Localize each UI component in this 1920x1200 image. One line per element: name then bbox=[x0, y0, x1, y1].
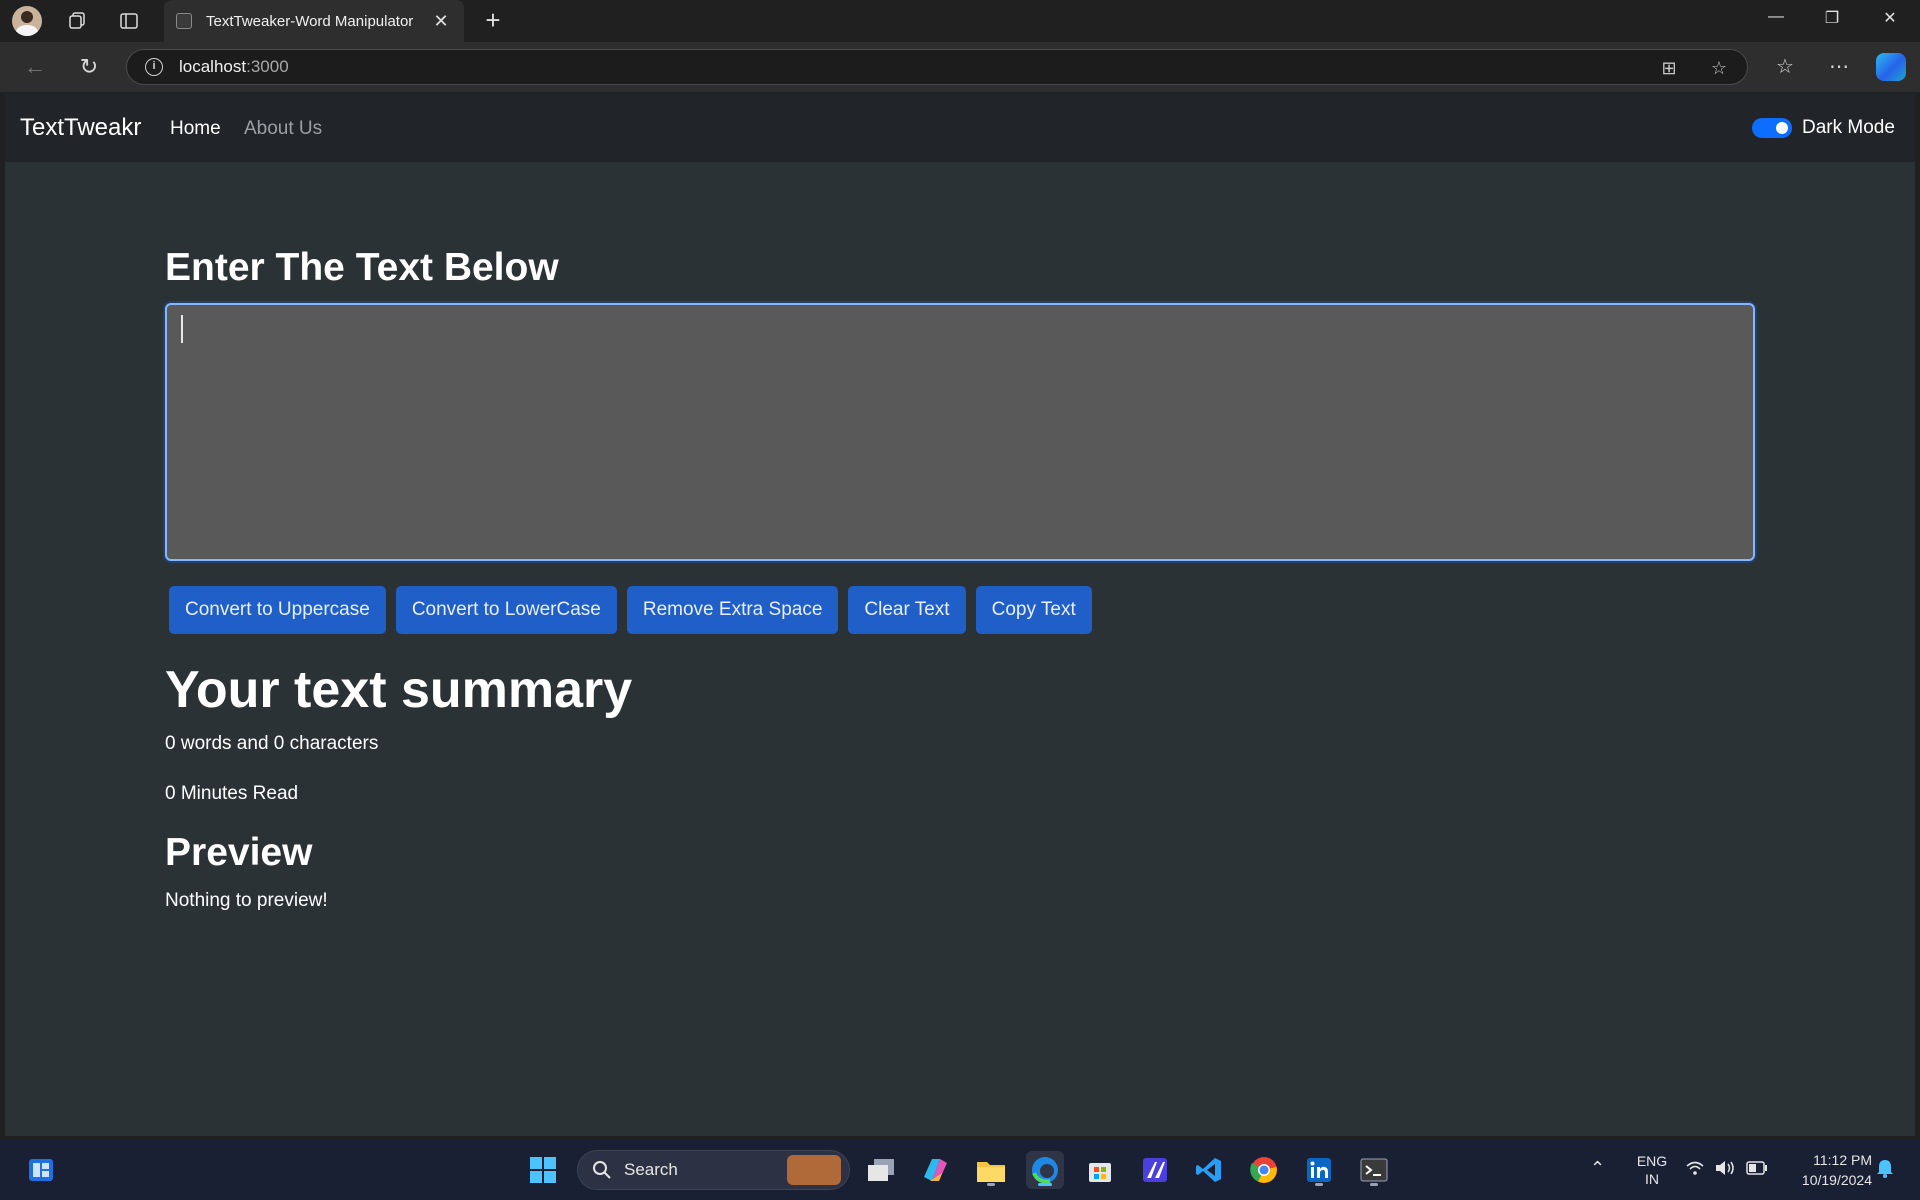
wifi-icon[interactable] bbox=[1686, 1160, 1704, 1179]
vscode-icon[interactable] bbox=[1190, 1151, 1228, 1189]
address-bar-row: ← ↻ i localhost:3000 ⊞ ☆ ☆ ⋯ bbox=[0, 42, 1920, 92]
app-available-icon[interactable]: ⊞ bbox=[1657, 56, 1681, 80]
running-indicator bbox=[1315, 1183, 1323, 1186]
volume-icon[interactable] bbox=[1714, 1160, 1736, 1179]
tab-active[interactable]: TextTweaker-Word Manipulator ✕ bbox=[164, 0, 464, 42]
lang-bottom: IN bbox=[1645, 1171, 1659, 1187]
search-highlight-icon bbox=[787, 1155, 841, 1185]
back-icon[interactable]: ← bbox=[20, 52, 50, 82]
running-indicator bbox=[987, 1183, 995, 1186]
show-hidden-icons[interactable]: ⌃ bbox=[1590, 1158, 1605, 1179]
url-text: localhost:3000 bbox=[179, 57, 289, 77]
terminal-icon[interactable] bbox=[1355, 1151, 1393, 1189]
profile-avatar[interactable] bbox=[12, 6, 42, 36]
vertical-tabs-icon[interactable] bbox=[114, 6, 144, 36]
editor-app-icon[interactable] bbox=[1136, 1151, 1174, 1189]
copilot-icon[interactable] bbox=[1876, 53, 1906, 81]
address-bar[interactable]: i localhost:3000 ⊞ ☆ bbox=[126, 49, 1748, 85]
language-indicator[interactable]: ENG IN bbox=[1630, 1152, 1674, 1188]
summary-heading: Your text summary bbox=[165, 661, 633, 719]
lang-top: ENG bbox=[1636, 1153, 1668, 1169]
url-host: localhost bbox=[179, 57, 247, 76]
favorite-star-icon[interactable]: ☆ bbox=[1707, 56, 1731, 80]
favorites-icon[interactable]: ☆ bbox=[1770, 52, 1800, 82]
restore-icon[interactable]: ❐ bbox=[1812, 8, 1852, 28]
task-view-icon[interactable] bbox=[862, 1151, 900, 1189]
clock-date: 10/19/2024 bbox=[1801, 1172, 1872, 1188]
url-port: :3000 bbox=[246, 57, 289, 76]
copilot-app-icon[interactable] bbox=[916, 1151, 954, 1189]
copy-text-button[interactable]: Copy Text bbox=[975, 586, 1092, 634]
notification-bell-icon[interactable] bbox=[1876, 1158, 1894, 1181]
text-cursor bbox=[181, 315, 183, 343]
word-char-count: 0 words and 0 characters bbox=[165, 733, 379, 754]
tab-favicon bbox=[176, 13, 192, 29]
linkedin-icon[interactable] bbox=[1300, 1151, 1338, 1189]
browser-tab-bar: TextTweaker-Word Manipulator ✕ + — ❐ ✕ bbox=[0, 0, 1920, 42]
minimize-icon[interactable]: — bbox=[1756, 8, 1796, 26]
close-window-icon[interactable]: ✕ bbox=[1870, 8, 1910, 28]
preview-text: Nothing to preview! bbox=[165, 890, 328, 911]
refresh-icon[interactable]: ↻ bbox=[74, 52, 104, 82]
clock[interactable]: 11:12 PM 10/19/2024 bbox=[1782, 1150, 1872, 1190]
active-indicator bbox=[1038, 1183, 1052, 1186]
nav-link-home[interactable]: Home bbox=[170, 118, 221, 140]
site-navbar: TextTweakr Home About Us Dark Mode bbox=[5, 94, 1915, 162]
action-buttons: Convert to Uppercase Convert to LowerCas… bbox=[169, 586, 1092, 634]
site-info-icon[interactable]: i bbox=[145, 58, 163, 76]
tab-title: TextTweaker-Word Manipulator bbox=[206, 12, 414, 30]
widgets-icon[interactable] bbox=[22, 1151, 60, 1189]
file-explorer-icon[interactable] bbox=[972, 1151, 1010, 1189]
nav-link-about[interactable]: About Us bbox=[244, 118, 322, 140]
tab-close-icon[interactable]: ✕ bbox=[430, 11, 452, 32]
read-time: 0 Minutes Read bbox=[165, 783, 299, 804]
taskbar-search[interactable]: Search bbox=[577, 1150, 850, 1190]
clear-text-button[interactable]: Clear Text bbox=[848, 586, 966, 634]
battery-icon[interactable] bbox=[1746, 1161, 1768, 1178]
preview-heading: Preview bbox=[165, 831, 313, 874]
web-page: TextTweakr Home About Us Dark Mode Enter… bbox=[5, 94, 1915, 1136]
store-icon[interactable] bbox=[1081, 1151, 1119, 1189]
taskbar: Search ⌃ ENG IN 11:12 PM 10/19/2024 bbox=[0, 1140, 1920, 1200]
remove-space-button[interactable]: Remove Extra Space bbox=[626, 586, 839, 634]
text-input-area[interactable] bbox=[165, 303, 1755, 561]
search-icon bbox=[593, 1161, 611, 1179]
search-label: Search bbox=[624, 1160, 678, 1179]
chrome-icon[interactable] bbox=[1245, 1151, 1283, 1189]
new-tab-icon[interactable]: + bbox=[478, 6, 508, 36]
more-options-icon[interactable]: ⋯ bbox=[1824, 52, 1854, 82]
lowercase-button[interactable]: Convert to LowerCase bbox=[395, 586, 617, 634]
clock-time: 11:12 PM bbox=[1813, 1152, 1872, 1168]
dark-mode-label: Dark Mode bbox=[1802, 117, 1895, 138]
start-icon[interactable] bbox=[524, 1151, 562, 1189]
running-indicator bbox=[1370, 1183, 1378, 1186]
text-input-heading: Enter The Text Below bbox=[165, 246, 559, 289]
uppercase-button[interactable]: Convert to Uppercase bbox=[169, 586, 386, 634]
brand-logo[interactable]: TextTweakr bbox=[20, 114, 141, 142]
workspaces-icon[interactable] bbox=[62, 6, 92, 36]
edge-icon[interactable] bbox=[1026, 1151, 1064, 1189]
dark-mode-toggle[interactable] bbox=[1752, 118, 1792, 138]
